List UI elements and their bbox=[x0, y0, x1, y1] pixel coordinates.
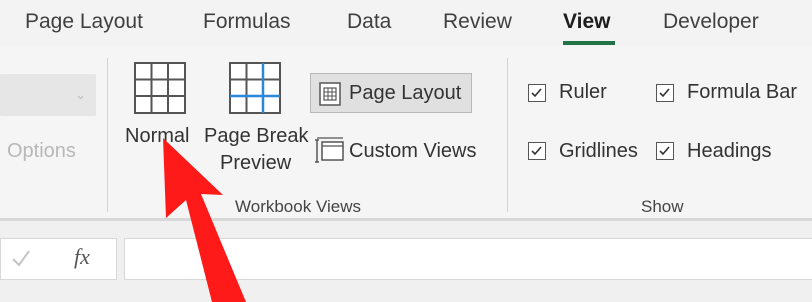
group-separator bbox=[107, 58, 108, 212]
chevron-down-icon: ⌄ bbox=[75, 87, 86, 102]
custom-views-label: Custom Views bbox=[349, 140, 477, 162]
page-layout-icon bbox=[319, 82, 341, 106]
tab-developer[interactable]: Developer bbox=[663, 10, 759, 34]
sheet-view-dropdown[interactable]: ⌄ bbox=[0, 74, 96, 116]
annotation-arrow-icon bbox=[163, 138, 246, 302]
ruler-label: Ruler bbox=[559, 81, 607, 103]
headings-label: Headings bbox=[687, 140, 772, 162]
page-layout-label: Page Layout bbox=[349, 82, 462, 104]
checkmark-icon bbox=[659, 146, 670, 156]
page-break-preview-icon bbox=[229, 62, 281, 114]
ribbon-tabs: Page Layout Formulas Data Review View De… bbox=[0, 0, 812, 47]
workbook-views-group-label: Workbook Views bbox=[235, 197, 361, 216]
gridlines-label: Gridlines bbox=[559, 140, 638, 162]
active-tab-indicator bbox=[563, 41, 615, 45]
tab-view[interactable]: View bbox=[563, 10, 610, 34]
sheet-view-options-button[interactable]: Options bbox=[7, 140, 76, 163]
normal-view-icon bbox=[134, 62, 186, 114]
tab-review[interactable]: Review bbox=[443, 10, 512, 34]
ruler-checkbox[interactable] bbox=[528, 84, 546, 102]
checkmark-icon bbox=[531, 88, 542, 98]
formula-bar-label: Formula Bar bbox=[687, 81, 798, 103]
page-layout-view-button[interactable]: Page Layout bbox=[310, 73, 472, 113]
tab-formulas[interactable]: Formulas bbox=[203, 10, 291, 34]
gridlines-checkbox[interactable] bbox=[528, 142, 546, 160]
formula-bar-checkbox[interactable] bbox=[656, 84, 674, 102]
tab-page-layout[interactable]: Page Layout bbox=[25, 10, 143, 34]
checkmark-icon bbox=[531, 146, 542, 156]
group-separator bbox=[507, 58, 508, 212]
show-group-label: Show bbox=[641, 197, 684, 216]
tab-data[interactable]: Data bbox=[347, 10, 391, 34]
checkmark-icon bbox=[659, 88, 670, 98]
insert-function-icon[interactable]: fx bbox=[74, 244, 90, 270]
headings-checkbox[interactable] bbox=[656, 142, 674, 160]
enter-check-icon[interactable] bbox=[10, 247, 32, 269]
custom-views-icon bbox=[315, 137, 344, 163]
